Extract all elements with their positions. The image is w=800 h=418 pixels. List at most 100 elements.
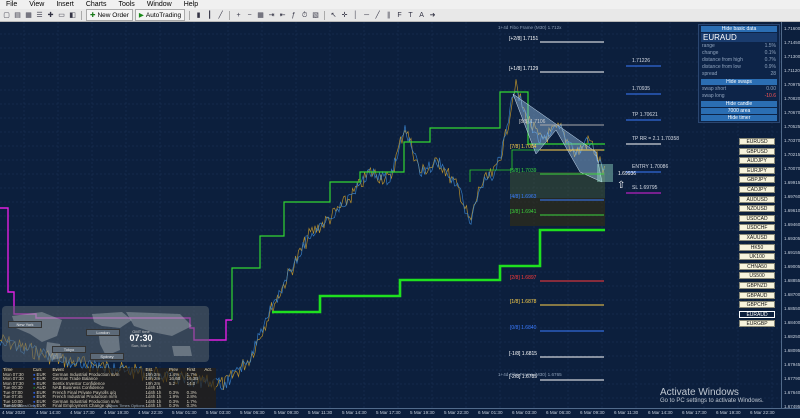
new-order-button[interactable]: ✚ New Order [86, 9, 133, 21]
target-label: SL 1.69795 [632, 185, 658, 191]
menu-file[interactable]: File [0, 1, 23, 8]
fibo-icon[interactable]: F [395, 11, 404, 20]
symbol-button-us500[interactable]: US500 [739, 272, 775, 280]
open-icon[interactable]: ▤ [13, 11, 22, 20]
symbol-button-hk50[interactable]: HK50 [739, 243, 775, 251]
templates-icon[interactable]: ▧ [311, 11, 320, 20]
autotrading-button[interactable]: ▶ AutoTrading [134, 9, 186, 21]
symbol-button-chna50[interactable]: CHNA50 [739, 262, 775, 270]
symbol-button-eurjpy[interactable]: EURJPY [739, 166, 775, 174]
symbol-button-usdcad[interactable]: USDCAD [739, 214, 775, 222]
price-tick-label: 1.70215 [784, 152, 800, 157]
time-tick-label: 5 Mar 11:30 [308, 410, 333, 415]
trendline-icon[interactable]: ╱ [373, 11, 382, 20]
symbol-button-nzdusd[interactable]: NZDUSD [739, 205, 775, 213]
periods-icon[interactable]: ⏱ [300, 11, 309, 20]
price-tick-label: 1.68700 [784, 292, 800, 297]
hide-basic-data-button[interactable]: Hide basic data [701, 26, 777, 32]
menu-insert[interactable]: Insert [50, 1, 80, 8]
news-calendar: Time Curr. Event Est. Prev First Act. Mon 07:3… [2, 367, 216, 417]
hide-swaps-button[interactable]: Hide swaps [701, 79, 777, 85]
navigator-icon[interactable]: ✚ [46, 11, 55, 20]
zoom-out-icon[interactable]: − [245, 11, 254, 20]
entry-zone-box [597, 164, 613, 182]
symbol-button-xauusd[interactable]: XAUUSD [739, 234, 775, 241]
symbol-button-cadjpy[interactable]: CADJPY [739, 186, 775, 193]
time-tick-label: 5 Mar 17:30 [376, 410, 401, 415]
terminal-icon[interactable]: ▭ [57, 11, 66, 20]
panel-row: distance from low 0.9% [699, 64, 779, 71]
price-tick-label: 1.68855 [784, 278, 800, 283]
price-tick-label: 1.71120 [784, 68, 800, 73]
symbol-button-gbpnzd[interactable]: GBPNZD [739, 282, 775, 289]
tile-icon[interactable]: ▦ [256, 11, 265, 20]
price-tick-label: 1.71450 [784, 40, 800, 45]
tester-icon[interactable]: ◧ [68, 11, 77, 20]
menu-tools[interactable]: Tools [112, 1, 140, 8]
price-tick-label: 1.68550 [784, 306, 800, 311]
symbol-button-audjpy[interactable]: AUDJPY [739, 157, 775, 165]
indicators-icon[interactable]: ƒ [289, 11, 298, 20]
zoom-in-icon[interactable]: + [234, 11, 243, 20]
time-tick-label: 6 Mar 01:30 [478, 410, 503, 415]
session-new-york: New York [8, 321, 42, 328]
price-tick-label: 1.71300 [784, 54, 800, 59]
symbol-button-gbpjpy[interactable]: GBPJPY [739, 176, 775, 184]
price-tick-label: 1.69610 [784, 208, 800, 213]
price-tick-label: 1.68095 [784, 348, 800, 353]
toolbar: ▢ ▤ ▦ ☰ ✚ ▭ ◧ ✚ New Order ▶ AutoTrading ▮ ┃ ╱ + − ▦ ⇥ ⇤ ƒ ⏱ ▧… [0, 9, 800, 22]
arrow-icon[interactable]: ➜ [428, 11, 437, 20]
crosshair-icon[interactable]: ✛ [340, 11, 349, 20]
timer-zone-button[interactable]: 7000 area [701, 108, 777, 114]
symbol-button-usdchf[interactable]: USDCHF [739, 224, 775, 232]
symbol-button-audusd[interactable]: AUDUSD [739, 195, 775, 203]
panel-row-value: 0.00 [766, 86, 776, 92]
time-tick-label: 5 Mar 22:30 [444, 410, 469, 415]
candle-chart-icon[interactable]: ┃ [205, 11, 214, 20]
panel-row-key: distance from low [702, 64, 741, 70]
autoscroll-icon[interactable]: ⇥ [267, 11, 276, 20]
symbol-button-eurusd[interactable]: EURUSD [739, 138, 775, 145]
clock-date: Sun, Mar 6 [131, 343, 151, 348]
hide-candle-button[interactable]: Hide candle [701, 101, 777, 107]
new-chart-icon[interactable]: ▢ [2, 11, 11, 20]
symbol-button-gbpaud[interactable]: GBPAUD [739, 291, 775, 299]
label-icon[interactable]: A [417, 11, 426, 20]
price-tick-label: 1.67640 [784, 390, 800, 395]
bar-chart-icon[interactable]: ▮ [194, 11, 203, 20]
symbol-button-gbpchf[interactable]: GBPCHF [739, 301, 775, 309]
cursor-icon[interactable]: ↖ [329, 11, 338, 20]
menu-help[interactable]: Help [178, 1, 204, 8]
watermark-subtitle: Go to PC settings to activate Windows. [660, 398, 764, 404]
menu-view[interactable]: View [23, 1, 50, 8]
line-chart-icon[interactable]: ╱ [216, 11, 225, 20]
price-tick-label: 1.69460 [784, 222, 800, 227]
toolbar-separator [324, 10, 326, 20]
time-tick-label: 6 Mar 22:30 [750, 410, 775, 415]
time-tick-label: 6 Mar 03:30 [512, 410, 537, 415]
menu-charts[interactable]: Charts [80, 1, 113, 8]
text-icon[interactable]: T [406, 11, 415, 20]
fib-level-label: [1/8] 1.6878 [510, 299, 537, 305]
panel-row-key: spread [702, 71, 718, 77]
hide-timer-button[interactable]: Hide timer [701, 115, 777, 121]
profiles-icon[interactable]: ▦ [24, 11, 33, 20]
world-clock-map: New York London Tokyo Sydney [2, 306, 209, 362]
clock-time: 07:30 [129, 333, 153, 343]
info-panel: Hide basic data EURAUD range 1.5% change 0.… [698, 24, 780, 123]
price-tick-label: 1.69005 [784, 264, 800, 269]
panel-row-value: -10.6 [764, 93, 776, 99]
symbol-button-uk100[interactable]: UK100 [739, 253, 775, 261]
channel-icon[interactable]: ∥ [384, 11, 393, 20]
toolbar-separator [189, 10, 191, 20]
time-tick-label: 4 Mar 17:30 [70, 410, 95, 415]
menu-window[interactable]: Window [141, 1, 178, 8]
symbol-button-eurgbp[interactable]: EURGBP [739, 320, 775, 328]
symbol-button-gbpusd[interactable]: GBPUSD [739, 147, 775, 155]
price-tick-label: 1.69760 [784, 194, 800, 199]
shift-icon[interactable]: ⇤ [278, 11, 287, 20]
market-watch-icon[interactable]: ☰ [35, 11, 44, 20]
hline-icon[interactable]: ─ [362, 11, 371, 20]
symbol-button-euraud[interactable]: EURAUD [739, 310, 775, 318]
vline-icon[interactable]: │ [351, 11, 360, 20]
